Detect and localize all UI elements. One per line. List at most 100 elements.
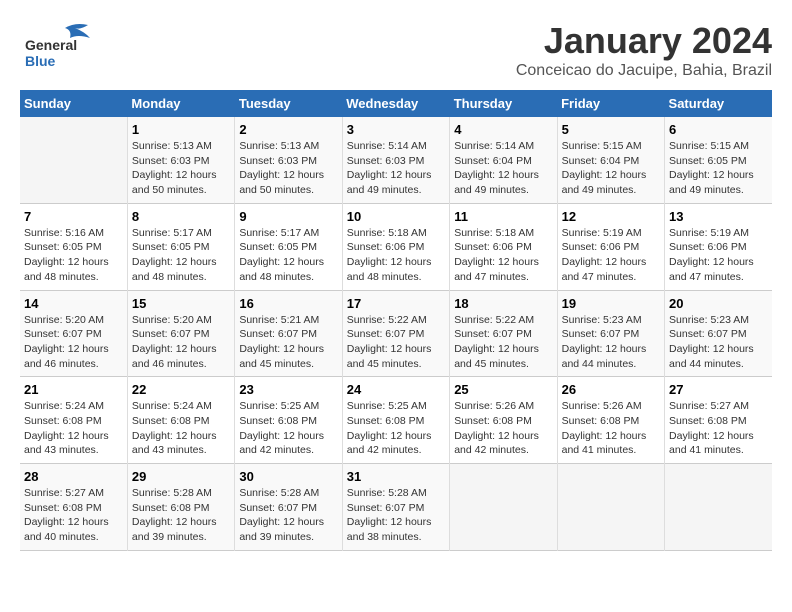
day-cell: 25Sunrise: 5:26 AM Sunset: 6:08 PM Dayli… [450, 377, 557, 464]
day-number: 19 [562, 296, 660, 311]
day-cell: 12 Sunrise: 5:19 AM Sunset: 6:06 PM Dayli… [557, 203, 664, 290]
page-header: General Blue January 2024 Conceicao do J… [20, 20, 772, 80]
day-number: 4 [454, 122, 552, 137]
week-row-3: 14 Sunrise: 5:20 AM Sunset: 6:07 PM Dayli… [20, 290, 772, 377]
day-number: 13 [669, 209, 768, 224]
header-monday: Monday [127, 90, 234, 117]
day-number: 20 [669, 296, 768, 311]
week-row-4: 21Sunrise: 5:24 AM Sunset: 6:08 PM Dayli… [20, 377, 772, 464]
day-info: Sunrise: 5:17 AM Sunset: 6:05 PM Dayligh… [132, 226, 230, 285]
day-number: 27 [669, 382, 768, 397]
day-cell: 14 Sunrise: 5:20 AM Sunset: 6:07 PM Dayli… [20, 290, 127, 377]
day-number: 15 [132, 296, 230, 311]
logo: General Blue [20, 20, 100, 70]
header-thursday: Thursday [450, 90, 557, 117]
day-number: 12 [562, 209, 660, 224]
day-info: Sunrise: 5:19 AM Sunset: 6:06 PM Dayligh… [669, 226, 768, 285]
day-info: Sunrise: 5:14 AM Sunset: 6:04 PM Dayligh… [454, 139, 552, 198]
week-row-2: 7 Sunrise: 5:16 AM Sunset: 6:05 PM Daylig… [20, 203, 772, 290]
day-info: Sunrise: 5:28 AM Sunset: 6:08 PM Dayligh… [132, 486, 230, 545]
day-info: Sunrise: 5:17 AM Sunset: 6:05 PM Dayligh… [239, 226, 337, 285]
day-number: 14 [24, 296, 123, 311]
day-number: 18 [454, 296, 552, 311]
day-cell: 21Sunrise: 5:24 AM Sunset: 6:08 PM Dayli… [20, 377, 127, 464]
day-number: 29 [132, 469, 230, 484]
day-info: Sunrise: 5:18 AM Sunset: 6:06 PM Dayligh… [347, 226, 445, 285]
day-cell: 15 Sunrise: 5:20 AM Sunset: 6:07 PM Dayli… [127, 290, 234, 377]
day-number: 24 [347, 382, 445, 397]
day-cell: 9 Sunrise: 5:17 AM Sunset: 6:05 PM Daylig… [235, 203, 342, 290]
day-info: Sunrise: 5:25 AM Sunset: 6:08 PM Dayligh… [347, 399, 445, 458]
header-saturday: Saturday [665, 90, 772, 117]
header-tuesday: Tuesday [235, 90, 342, 117]
day-cell [450, 464, 557, 551]
day-cell: 18Sunrise: 5:22 AM Sunset: 6:07 PM Dayli… [450, 290, 557, 377]
header-wednesday: Wednesday [342, 90, 449, 117]
day-cell: 2 Sunrise: 5:13 AM Sunset: 6:03 PM Daylig… [235, 117, 342, 203]
day-info: Sunrise: 5:23 AM Sunset: 6:07 PM Dayligh… [562, 313, 660, 372]
day-number: 30 [239, 469, 337, 484]
calendar-table: SundayMondayTuesdayWednesdayThursdayFrid… [20, 90, 772, 551]
svg-text:General: General [25, 37, 77, 53]
day-cell [665, 464, 772, 551]
day-number: 3 [347, 122, 445, 137]
day-cell: 17Sunrise: 5:22 AM Sunset: 6:07 PM Dayli… [342, 290, 449, 377]
day-cell: 11 Sunrise: 5:18 AM Sunset: 6:06 PM Dayli… [450, 203, 557, 290]
calendar-body: 1Sunrise: 5:13 AM Sunset: 6:03 PM Daylig… [20, 117, 772, 550]
day-number: 9 [239, 209, 337, 224]
day-number: 11 [454, 209, 552, 224]
day-cell: 30 Sunrise: 5:28 AM Sunset: 6:07 PM Dayli… [235, 464, 342, 551]
day-number: 28 [24, 469, 123, 484]
day-info: Sunrise: 5:20 AM Sunset: 6:07 PM Dayligh… [24, 313, 123, 372]
day-info: Sunrise: 5:21 AM Sunset: 6:07 PM Dayligh… [239, 313, 337, 372]
day-info: Sunrise: 5:27 AM Sunset: 6:08 PM Dayligh… [669, 399, 768, 458]
day-number: 10 [347, 209, 445, 224]
day-cell: 7 Sunrise: 5:16 AM Sunset: 6:05 PM Daylig… [20, 203, 127, 290]
day-number: 31 [347, 469, 445, 484]
day-info: Sunrise: 5:13 AM Sunset: 6:03 PM Dayligh… [132, 139, 230, 198]
calendar-header-row: SundayMondayTuesdayWednesdayThursdayFrid… [20, 90, 772, 117]
day-number: 2 [239, 122, 337, 137]
logo-svg: General Blue [20, 20, 100, 70]
day-info: Sunrise: 5:15 AM Sunset: 6:04 PM Dayligh… [562, 139, 660, 198]
header-friday: Friday [557, 90, 664, 117]
day-info: Sunrise: 5:24 AM Sunset: 6:08 PM Dayligh… [132, 399, 230, 458]
day-number: 26 [562, 382, 660, 397]
day-cell [557, 464, 664, 551]
day-info: Sunrise: 5:13 AM Sunset: 6:03 PM Dayligh… [239, 139, 337, 198]
day-cell: 24 Sunrise: 5:25 AM Sunset: 6:08 PM Dayli… [342, 377, 449, 464]
day-cell: 5Sunrise: 5:15 AM Sunset: 6:04 PM Daylig… [557, 117, 664, 203]
day-number: 23 [239, 382, 337, 397]
day-cell: 19 Sunrise: 5:23 AM Sunset: 6:07 PM Dayli… [557, 290, 664, 377]
calendar-subtitle: Conceicao do Jacuipe, Bahia, Brazil [516, 62, 772, 80]
day-number: 25 [454, 382, 552, 397]
day-cell [20, 117, 127, 203]
day-number: 7 [24, 209, 123, 224]
week-row-5: 28 Sunrise: 5:27 AM Sunset: 6:08 PM Dayli… [20, 464, 772, 551]
day-info: Sunrise: 5:28 AM Sunset: 6:07 PM Dayligh… [239, 486, 337, 545]
day-cell: 22Sunrise: 5:24 AM Sunset: 6:08 PM Dayli… [127, 377, 234, 464]
day-info: Sunrise: 5:25 AM Sunset: 6:08 PM Dayligh… [239, 399, 337, 458]
day-info: Sunrise: 5:20 AM Sunset: 6:07 PM Dayligh… [132, 313, 230, 372]
day-info: Sunrise: 5:23 AM Sunset: 6:07 PM Dayligh… [669, 313, 768, 372]
day-info: Sunrise: 5:18 AM Sunset: 6:06 PM Dayligh… [454, 226, 552, 285]
svg-text:Blue: Blue [25, 53, 56, 69]
calendar-title: January 2024 [516, 20, 772, 62]
day-cell: 4 Sunrise: 5:14 AM Sunset: 6:04 PM Daylig… [450, 117, 557, 203]
day-cell: 8 Sunrise: 5:17 AM Sunset: 6:05 PM Daylig… [127, 203, 234, 290]
day-info: Sunrise: 5:16 AM Sunset: 6:05 PM Dayligh… [24, 226, 123, 285]
day-number: 17 [347, 296, 445, 311]
day-number: 6 [669, 122, 768, 137]
day-info: Sunrise: 5:28 AM Sunset: 6:07 PM Dayligh… [347, 486, 445, 545]
day-info: Sunrise: 5:27 AM Sunset: 6:08 PM Dayligh… [24, 486, 123, 545]
day-info: Sunrise: 5:26 AM Sunset: 6:08 PM Dayligh… [562, 399, 660, 458]
day-cell: 31 Sunrise: 5:28 AM Sunset: 6:07 PM Dayli… [342, 464, 449, 551]
day-number: 8 [132, 209, 230, 224]
header-sunday: Sunday [20, 90, 127, 117]
day-cell: 16Sunrise: 5:21 AM Sunset: 6:07 PM Dayli… [235, 290, 342, 377]
day-cell: 6Sunrise: 5:15 AM Sunset: 6:05 PM Daylig… [665, 117, 772, 203]
day-cell: 27 Sunrise: 5:27 AM Sunset: 6:08 PM Dayli… [665, 377, 772, 464]
day-info: Sunrise: 5:19 AM Sunset: 6:06 PM Dayligh… [562, 226, 660, 285]
day-cell: 3Sunrise: 5:14 AM Sunset: 6:03 PM Daylig… [342, 117, 449, 203]
day-cell: 10 Sunrise: 5:18 AM Sunset: 6:06 PM Dayli… [342, 203, 449, 290]
